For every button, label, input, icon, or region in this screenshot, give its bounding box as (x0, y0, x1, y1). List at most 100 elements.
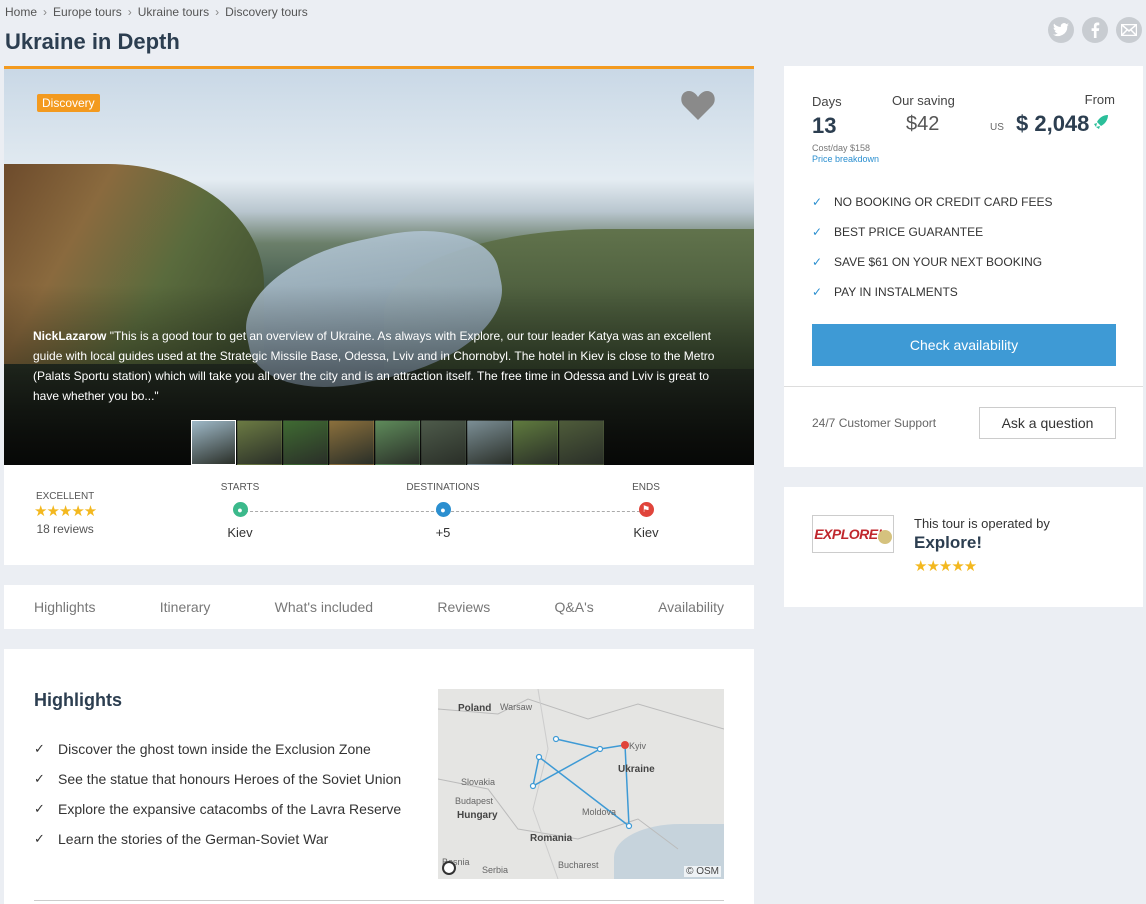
ends-label: ENDS (632, 482, 660, 493)
thumbnail-strip (191, 420, 604, 465)
map-label: Serbia (482, 865, 509, 875)
divider (784, 386, 1143, 387)
list-item: ✓ See the statue that honours Heroes of t… (34, 771, 401, 801)
breadcrumb-discovery-tours[interactable]: Discovery tours (225, 5, 308, 19)
breadcrumb-separator: › (127, 5, 132, 19)
route-start: STARTS ● Kiev (190, 482, 290, 540)
highlight-text: Learn the stories of the German-Soviet W… (58, 831, 329, 847)
review-body: "This is a good tour to get an overview … (33, 329, 715, 403)
map-label: Bucharest (558, 860, 599, 870)
list-item: ✓ Discover the ghost town inside the Excl… (34, 741, 401, 771)
days-value: 13 (812, 113, 837, 138)
rating-stars: ★★★★★ (34, 503, 97, 520)
facebook-icon[interactable] (1082, 17, 1108, 43)
map-label: Budapest (455, 796, 494, 806)
operator-logo-text: EXPLORE! (814, 526, 882, 542)
tab-whats-included[interactable]: What's included (275, 599, 373, 615)
tab-highlights[interactable]: Highlights (34, 599, 95, 615)
list-item: ✓ NO BOOKING OR CREDIT CARD FEES (812, 187, 1052, 217)
breadcrumb-home[interactable]: Home (5, 5, 37, 19)
perk-text: SAVE $61 ON YOUR NEXT BOOKING (834, 255, 1043, 269)
check-icon: ✓ (34, 771, 45, 786)
map-label: Romania (530, 833, 573, 844)
tab-reviews[interactable]: Reviews (437, 599, 490, 615)
perk-text: BEST PRICE GUARANTEE (834, 225, 984, 239)
map-label: Slovakia (461, 777, 496, 787)
tab-availability[interactable]: Availability (658, 599, 724, 615)
gallery-thumbnail[interactable] (191, 420, 236, 465)
destinations-label: DESTINATIONS (406, 482, 480, 493)
operator-logo[interactable]: EXPLORE! (812, 515, 894, 553)
map-label: Moldova (582, 807, 617, 817)
reviews-count[interactable]: 18 reviews (34, 522, 96, 536)
breadcrumb-separator: › (43, 5, 48, 19)
highlight-text: Explore the expansive catacombs of the L… (58, 801, 402, 817)
section-divider (34, 900, 724, 901)
highlights-list: ✓ Discover the ghost town inside the Excl… (34, 741, 401, 861)
price-breakdown-link[interactable]: Price breakdown (812, 154, 879, 164)
gallery-thumbnail[interactable] (283, 420, 328, 465)
list-item: ✓ Learn the stories of the German-Soviet … (34, 831, 401, 861)
gallery-thumbnail[interactable] (237, 420, 282, 465)
check-icon: ✓ (34, 831, 45, 846)
operator-intro: This tour is operated by (914, 516, 1050, 531)
check-icon: ✓ (812, 225, 823, 239)
highlights-section: Highlights ✓ Discover the ghost town insi… (4, 649, 754, 904)
ask-question-button[interactable]: Ask a question (979, 407, 1116, 439)
heart-icon[interactable] (680, 87, 716, 121)
gallery-thumbnail[interactable] (375, 420, 420, 465)
price-card: Days 13 Cost/day $158 Price breakdown Ou… (784, 66, 1143, 467)
rocket-icon (1093, 114, 1109, 135)
saving-label: Our saving (892, 93, 955, 108)
starts-value: Kiev (227, 525, 253, 540)
tab-itinerary[interactable]: Itinerary (160, 599, 211, 615)
section-tabs: Highlights Itinerary What's included Rev… (4, 585, 754, 629)
social-share (1048, 17, 1142, 43)
map-attribution[interactable]: © OSM (684, 866, 721, 877)
check-availability-button[interactable]: Check availability (812, 324, 1116, 366)
twitter-icon[interactable] (1048, 17, 1074, 43)
gallery-thumbnail[interactable] (421, 420, 466, 465)
tour-summary: EXCELLENT ★★★★★ 18 reviews STARTS ● Kiev… (4, 465, 754, 565)
ends-value: Kiev (633, 525, 659, 540)
check-icon: ✓ (34, 741, 45, 756)
breadcrumb-europe-tours[interactable]: Europe tours (53, 5, 122, 19)
map-label: Kyiv (629, 741, 647, 751)
customer-support-label: 24/7 Customer Support (812, 416, 937, 430)
operator-logo-mark (877, 530, 892, 544)
price-value: $ 2,048 (1016, 111, 1109, 137)
check-icon: ✓ (812, 285, 823, 299)
cost-per-day: Cost/day $158 (812, 143, 871, 153)
map-label: Ukraine (618, 764, 655, 775)
breadcrumb-separator: › (215, 5, 220, 19)
gallery-thumbnail[interactable] (513, 420, 558, 465)
list-item: ✓ Explore the expansive catacombs of the … (34, 801, 401, 831)
highlight-text: Discover the ghost town inside the Exclu… (58, 741, 371, 757)
featured-review: NickLazarow "This is a good tour to get … (33, 326, 723, 406)
route-destinations: DESTINATIONS ● +5 (393, 482, 493, 540)
route-end: ENDS ⚑ Kiev (596, 482, 696, 540)
breadcrumb-ukraine-tours[interactable]: Ukraine tours (138, 5, 209, 19)
route-map[interactable]: Poland Warsaw Kyiv Ukraine Slovakia Buda… (438, 689, 724, 879)
email-icon[interactable] (1116, 17, 1142, 43)
review-author: NickLazarow (33, 329, 107, 343)
tab-qa[interactable]: Q&A's (555, 599, 594, 615)
hero-gallery: Discovery NickLazarow "This is a good to… (4, 66, 754, 465)
map-label: Hungary (457, 810, 498, 821)
page-title: Ukraine in Depth (5, 29, 180, 54)
check-icon: ✓ (812, 255, 823, 269)
operator-card: EXPLORE! This tour is operated by Explor… (784, 487, 1143, 607)
map-label: Warsaw (500, 702, 533, 712)
destinations-value[interactable]: +5 (393, 525, 493, 540)
operator-name[interactable]: Explore! (914, 533, 982, 553)
highlight-text: See the statue that honours Heroes of th… (58, 771, 402, 787)
perks-list: ✓ NO BOOKING OR CREDIT CARD FEES ✓ BEST PR… (812, 187, 1052, 307)
gallery-thumbnail[interactable] (329, 420, 374, 465)
check-icon: ✓ (34, 801, 45, 816)
gallery-thumbnail[interactable] (559, 420, 604, 465)
currency-label: US (990, 122, 1004, 133)
destination-dot-icon: ● (435, 502, 451, 517)
category-badge: Discovery (37, 94, 100, 112)
gallery-thumbnail[interactable] (467, 420, 512, 465)
perk-text: PAY IN INSTALMENTS (834, 285, 958, 299)
